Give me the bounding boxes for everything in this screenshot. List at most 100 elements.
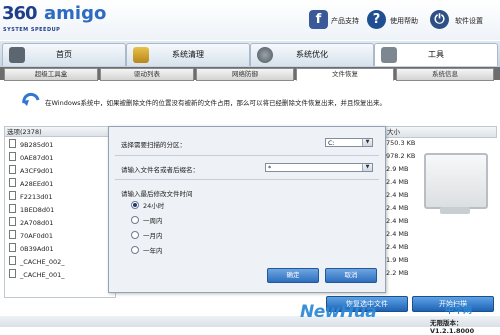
list-item[interactable]: F2213d01 [9,191,53,204]
watermark: NewHua [300,302,377,322]
file-icon [9,217,16,226]
settings-icon[interactable]: ⏻ [430,10,449,29]
file-size: 2.4 MB [386,243,409,251]
file-name: 70AF0d01 [20,232,53,240]
subtab-file-recovery[interactable]: 文件恢复 [296,68,394,81]
facebook-icon[interactable]: f [309,10,328,29]
option-year[interactable]: 一年内 [131,246,163,257]
tab-tools-label: 工具 [428,50,444,59]
tab-optimize[interactable]: 系统优化 [250,43,374,66]
partition-value: C: [328,139,335,147]
radio-icon [131,231,139,239]
file-icon [9,178,16,187]
file-size: 2.4 MB [386,217,409,225]
partition-label: 选择需要扫描的分区： [121,141,186,149]
monitor-icon [424,153,488,209]
help-link[interactable]: 使用帮助 [390,16,418,26]
file-name: A3CF9d01 [20,167,54,175]
list-item[interactable]: A3CF9d01 [9,165,53,178]
option-label: 一月内 [143,232,163,240]
list-item[interactable]: 1BED8d01 [9,204,54,217]
file-icon [9,152,16,161]
filename-label: 请输入文件名或者后缀名： [121,166,199,174]
tools-icon [381,47,397,63]
tab-home[interactable]: 首页 [2,43,126,66]
scan-options-dialog: 选择需要扫描的分区： C: ▼ 请输入文件名或者后缀名： * ▼ 请输入最后修改… [108,126,386,293]
divider [115,155,379,156]
help-icon[interactable]: ? [367,10,386,29]
filename-input[interactable]: * ▼ [265,163,373,172]
subtab-drivers[interactable]: 驱动列表 [100,68,194,81]
size-column-header[interactable]: 大小 [384,126,497,138]
chevron-down-icon: ▼ [362,164,372,171]
radio-icon [131,201,139,209]
file-size: 1.9 MB [386,256,409,264]
file-list-header[interactable]: 选项(2378) [5,127,115,137]
version-label: 无限版本：V1.2.1.8000 [430,319,475,335]
file-name: 2A708d01 [20,219,54,227]
tab-tools[interactable]: 工具 [374,43,498,66]
file-icon [9,256,16,265]
file-icon [9,230,16,239]
option-label: 一年内 [143,247,163,255]
list-item[interactable]: A28EEd01 [9,178,53,191]
list-item[interactable]: _CACHE_001_ [9,269,65,282]
subtab-network-defense[interactable]: 网络防御 [196,68,294,81]
time-label: 请输入最后修改文件时间 [121,190,193,198]
option-month[interactable]: 一月内 [131,231,163,242]
list-item[interactable]: 0B39Ad01 [9,243,54,256]
file-name: A28EEd01 [20,180,54,188]
settings-link[interactable]: 软件设置 [455,16,483,26]
file-icon [9,139,16,148]
recovery-arrow-icon [22,91,40,109]
logo-subtitle: SYSTEM SPEEDUP [3,27,61,33]
ok-button[interactable]: 确定 [267,268,319,283]
file-size: 2.9 MB [386,165,409,173]
tab-optimize-label: 系统优化 [296,50,328,59]
list-item[interactable]: _CACHE_002_ [9,256,65,269]
info-text: 在Windows系统中，如果被删除文件的位置没有被新的文件占用，那么可以将已经删… [45,99,387,107]
file-size: 2.4 MB [386,178,409,186]
tab-cleanup-label: 系统清理 [172,50,204,59]
file-size: 2.4 MB [386,191,409,199]
option-week[interactable]: 一周内 [131,216,163,227]
file-icon [9,269,16,278]
filename-value: * [268,164,272,172]
file-icon [9,165,16,174]
watermark-sub: 中华网 [445,306,473,316]
file-size: 2.4 MB [386,230,409,238]
list-item[interactable]: 0AE87d01 [9,152,53,165]
product-support-link[interactable]: 产品支持 [331,16,359,26]
broom-icon [133,47,149,63]
size-header-label: 大小 [387,128,400,136]
file-icon [9,204,16,213]
file-icon [9,191,16,200]
file-name: F2213d01 [20,193,53,201]
partition-select[interactable]: C: ▼ [325,138,373,147]
file-name: 0AE87d01 [20,154,54,162]
divider [115,179,379,180]
tab-cleanup[interactable]: 系统清理 [126,43,250,66]
file-name: 1BED8d01 [20,206,55,214]
tab-home-label: 首页 [56,50,72,59]
list-item[interactable]: 2A708d01 [9,217,53,230]
subtab-super-toolbox[interactable]: 超级工具盒 [4,68,98,81]
file-size: 750.3 KB [386,139,416,147]
list-item[interactable]: 70AF0d01 [9,230,53,243]
file-name: _CACHE_001_ [20,271,65,279]
subtab-system-info[interactable]: 系统信息 [396,68,494,81]
option-label: 24小时 [143,202,165,210]
file-list: 选项(2378) 9B285d01 0AE87d01 A3CF9d01 A28E… [4,126,116,298]
file-name: _CACHE_002_ [20,258,65,266]
file-name: 0B39Ad01 [20,245,54,253]
logo-word: amigo [44,3,107,24]
cancel-button[interactable]: 取消 [325,268,377,283]
radio-icon [131,216,139,224]
list-item[interactable]: 9B285d01 [9,139,53,152]
option-label: 一周内 [143,217,163,225]
home-icon [9,47,25,63]
option-24h[interactable]: 24小时 [131,201,164,212]
gear-icon [257,47,273,63]
file-size: 978.2 KB [386,152,416,160]
chevron-down-icon: ▼ [362,139,372,146]
